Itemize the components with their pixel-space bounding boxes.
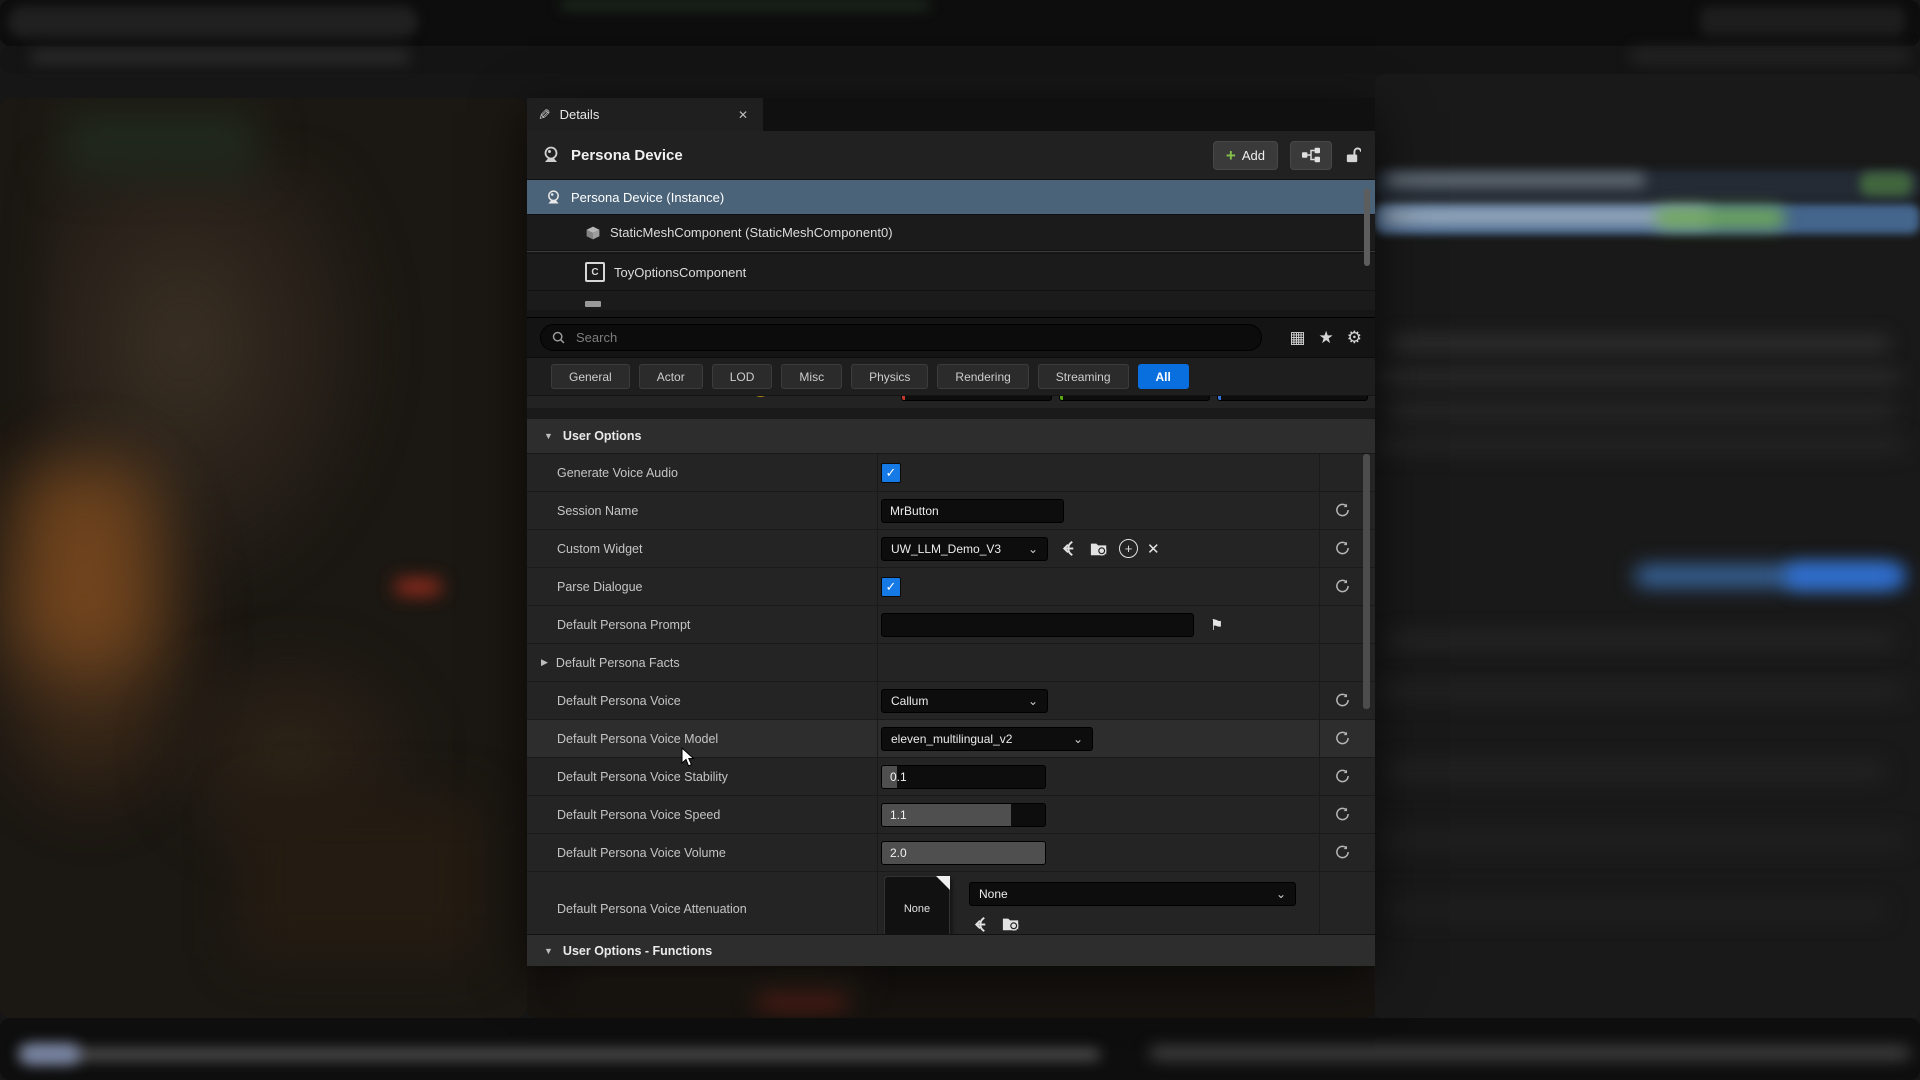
reset-voice-stability-button[interactable] [1328, 758, 1356, 795]
object-title: Persona Device [571, 147, 683, 164]
filter-tab-lod[interactable]: LOD [712, 364, 773, 389]
reset-voice-volume-button[interactable] [1328, 834, 1356, 871]
component-tree: Persona Device (Instance) StaticMeshComp… [527, 180, 1375, 318]
search-input[interactable] [574, 329, 1251, 346]
browse-asset-icon[interactable] [1000, 913, 1022, 934]
tree-item-static-mesh-component[interactable]: StaticMeshComponent (StaticMeshComponent… [527, 215, 1375, 251]
static-mesh-icon [585, 225, 601, 241]
row-custom-widget: Custom Widget UW_LLM_Demo_V3 ⌄ + ✕ [527, 530, 1375, 568]
filter-tab-rendering[interactable]: Rendering [937, 364, 1028, 389]
add-component-button[interactable]: + Add [1213, 141, 1278, 170]
row-default-persona-voice-model: Default Persona Voice Model eleven_multi… [527, 720, 1375, 758]
row-default-persona-voice-speed: Default Persona Voice Speed 1.1 [527, 796, 1375, 834]
tree-item-persona-device-instance[interactable]: Persona Device (Instance) [527, 180, 1375, 215]
properties-list: Scale ▼ 🔒 3.00 3.00 3.00 ▼ User Options … [527, 396, 1375, 934]
scale-lock-icon[interactable]: 🔒 [753, 396, 769, 398]
row-parse-dialogue: Parse Dialogue ✓ [527, 568, 1375, 606]
reset-session-name-button[interactable] [1328, 492, 1356, 529]
chevron-down-icon: ⌄ [1063, 732, 1083, 746]
tab-title: Details [560, 107, 600, 122]
favorites-star-icon[interactable]: ★ [1319, 329, 1334, 346]
tree-item-partial [527, 291, 1375, 310]
section-user-options-functions[interactable]: ▼ User Options - Functions [527, 934, 1375, 966]
tree-scrollbar[interactable] [1364, 188, 1370, 266]
use-selected-asset-icon[interactable] [1057, 538, 1079, 560]
display-options-icon[interactable]: ▦ [1289, 329, 1305, 346]
tab-details[interactable]: ✎ Details ✕ [527, 98, 763, 131]
row-default-persona-facts[interactable]: ▶ Default Persona Facts [527, 644, 1375, 682]
reset-voice-button[interactable] [1328, 682, 1356, 719]
row-generate-voice-audio: Generate Voice Audio ✓ [527, 454, 1375, 492]
voice-stability-slider[interactable]: 0.1 [881, 765, 1046, 789]
filter-tabs: General Actor LOD Misc Physics Rendering… [527, 358, 1375, 396]
triangle-right-icon[interactable]: ▶ [541, 657, 548, 668]
row-default-persona-voice: Default Persona Voice Callum ⌄ [527, 682, 1375, 720]
scale-x-field[interactable]: 3.00 [901, 396, 1052, 401]
add-asset-icon[interactable]: + [1119, 539, 1138, 558]
background-status-bar [0, 1018, 1920, 1080]
scale-y-field[interactable]: 3.00 [1059, 396, 1210, 401]
default-persona-prompt-input[interactable] [881, 613, 1194, 637]
search-icon [551, 330, 566, 345]
filter-tab-physics[interactable]: Physics [851, 364, 928, 389]
search-row: ▦ ★ ⚙ [527, 318, 1375, 358]
reset-custom-widget-button[interactable] [1328, 530, 1356, 567]
clear-asset-icon[interactable]: ✕ [1147, 540, 1160, 558]
reset-voice-model-button[interactable] [1328, 720, 1356, 757]
flag-icon[interactable]: ⚑ [1210, 616, 1223, 634]
chevron-down-icon: ⌄ [1266, 887, 1286, 901]
row-default-persona-prompt: Default Persona Prompt ⚑ [527, 606, 1375, 644]
object-header: Persona Device + Add [527, 131, 1375, 180]
reset-voice-speed-button[interactable] [1328, 796, 1356, 833]
reset-parse-dialogue-button[interactable] [1328, 568, 1356, 605]
custom-widget-dropdown[interactable]: UW_LLM_Demo_V3 ⌄ [881, 537, 1048, 561]
background-panel-right [1375, 74, 1920, 1020]
default-persona-voice-dropdown[interactable]: Callum ⌄ [881, 689, 1048, 713]
parse-dialogue-checkbox[interactable]: ✓ [881, 577, 901, 597]
filter-tab-streaming[interactable]: Streaming [1038, 364, 1129, 389]
scale-row-clipped: Scale ▼ 🔒 3.00 3.00 3.00 [527, 396, 1375, 408]
device-icon [545, 189, 562, 206]
filter-tab-all[interactable]: All [1138, 364, 1189, 389]
panel-tab-bar: ✎ Details ✕ [527, 98, 1375, 131]
use-selected-asset-icon[interactable] [969, 913, 991, 934]
settings-gear-icon[interactable]: ⚙ [1347, 329, 1362, 346]
triangle-down-icon: ▼ [544, 431, 553, 441]
voice-volume-slider[interactable]: 2.0 [881, 841, 1046, 865]
tree-item-toy-options-component[interactable]: C ToyOptionsComponent [527, 254, 1375, 291]
filter-tab-general[interactable]: General [551, 364, 630, 389]
section-user-options[interactable]: ▼ User Options [527, 419, 1375, 454]
properties-scrollbar[interactable] [1363, 454, 1370, 709]
edit-blueprint-button[interactable] [1290, 141, 1332, 170]
mouse-cursor [681, 747, 695, 768]
attenuation-asset-dropdown[interactable]: None ⌄ [969, 882, 1296, 906]
chevron-down-icon: ⌄ [1018, 542, 1038, 556]
close-tab-icon[interactable]: ✕ [734, 106, 752, 124]
details-panel: ✎ Details ✕ Persona Device + Add Persona… [527, 98, 1375, 961]
row-session-name: Session Name [527, 492, 1375, 530]
row-default-persona-voice-attenuation: Default Persona Voice Attenuation None N… [527, 872, 1375, 934]
session-name-input[interactable] [881, 499, 1064, 523]
row-default-persona-voice-volume: Default Persona Voice Volume 2.0 [527, 834, 1375, 872]
attenuation-asset-thumbnail[interactable]: None [884, 876, 950, 934]
generate-voice-audio-checkbox[interactable]: ✓ [881, 463, 901, 483]
search-box[interactable] [540, 324, 1262, 351]
default-persona-voice-model-dropdown[interactable]: eleven_multilingual_v2 ⌄ [881, 727, 1093, 751]
scale-z-field[interactable]: 3.00 [1217, 396, 1368, 401]
browse-asset-icon[interactable] [1088, 538, 1110, 560]
background-viewport-left [0, 98, 527, 1018]
device-icon [541, 145, 561, 165]
voice-speed-slider[interactable]: 1.1 [881, 803, 1046, 827]
row-default-persona-voice-stability: Default Persona Voice Stability 0.1 [527, 758, 1375, 796]
plus-icon: + [1226, 147, 1236, 164]
details-pencil-icon: ✎ [538, 106, 551, 124]
blueprint-hierarchy-icon [1300, 146, 1322, 164]
unlock-icon[interactable] [1344, 146, 1361, 165]
scale-label: Scale [567, 396, 598, 397]
filter-tab-misc[interactable]: Misc [781, 364, 842, 389]
filter-tab-actor[interactable]: Actor [639, 364, 703, 389]
blueprint-component-icon: C [585, 262, 605, 282]
chevron-down-icon: ⌄ [1018, 694, 1038, 708]
triangle-down-icon: ▼ [544, 946, 553, 956]
